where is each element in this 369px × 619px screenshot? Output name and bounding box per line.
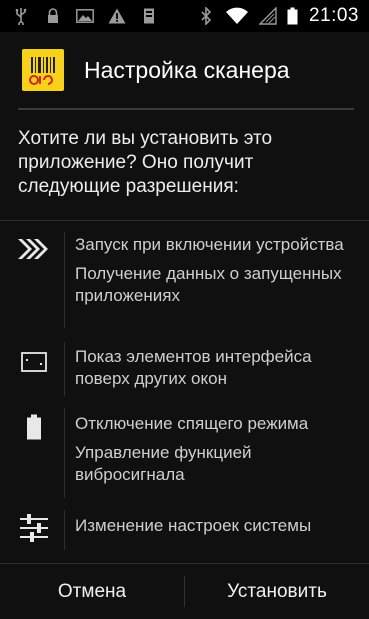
battery-icon <box>14 412 54 442</box>
apps-icon <box>14 234 54 264</box>
wifi-icon <box>225 7 249 25</box>
question-divider <box>0 220 369 221</box>
permission-list: Изменение настроек системы <box>75 515 365 537</box>
cancel-button[interactable]: Отмена <box>0 564 184 619</box>
settings-sliders-icon <box>14 513 54 543</box>
install-button[interactable]: Установить <box>185 564 369 619</box>
permission-list: Показ элементов интерфейса поверх других… <box>75 346 365 390</box>
permission-list: Отключение спящего режима Управление фун… <box>75 413 365 486</box>
image-icon <box>76 7 94 25</box>
signal-icon <box>258 7 277 25</box>
permission-item: Управление функцией вибросигнала <box>75 443 252 484</box>
window-icon <box>14 347 54 377</box>
permission-item: Показ элементов интерфейса поверх других… <box>75 347 312 388</box>
permission-item: Изменение настроек системы <box>75 516 312 535</box>
permission-item: Получение данных о запущенных приложения… <box>75 264 342 305</box>
permission-divider <box>64 342 65 396</box>
warning-icon <box>108 7 126 25</box>
permission-item: Запуск при включении устройства <box>75 235 344 254</box>
status-bar: 21:03 <box>0 0 369 32</box>
app-icon <box>22 49 64 91</box>
usb-icon <box>12 7 30 25</box>
notification-icon <box>140 7 158 25</box>
battery-icon <box>287 7 299 25</box>
title-divider <box>18 108 354 110</box>
button-bar: Отмена Установить <box>0 564 369 619</box>
lock-icon <box>44 7 62 25</box>
permission-divider <box>64 510 65 550</box>
status-time: 21:03 <box>308 5 359 26</box>
bluetooth-icon <box>197 7 215 25</box>
install-question: Хотите ли вы установить это приложение? … <box>18 128 273 197</box>
permission-item: Отключение спящего режима <box>75 414 309 433</box>
dialog-header: Настройка сканера <box>0 32 369 108</box>
permission-divider <box>64 408 65 498</box>
dialog-title: Настройка сканера <box>84 56 290 83</box>
permission-list: Запуск при включении устройства Получени… <box>75 234 365 307</box>
permission-divider <box>64 232 65 328</box>
